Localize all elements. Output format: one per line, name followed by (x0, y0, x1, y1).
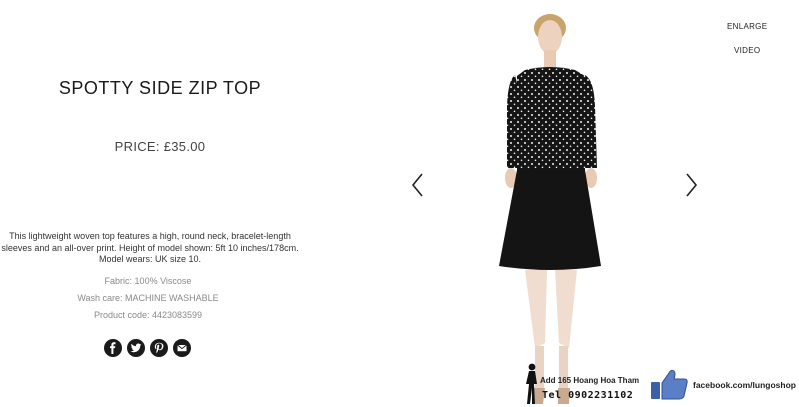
silhouette-logo-icon (526, 363, 537, 404)
product-image (495, 8, 610, 407)
pinterest-share-button[interactable] (150, 339, 168, 357)
video-link[interactable]: VIDEO (734, 46, 760, 55)
email-icon (177, 344, 187, 352)
product-code: Product code: 4423083599 (93, 310, 203, 320)
shop-watermark: Add 165 Hoang Hoa Tham Tel 0902231102 fa… (520, 356, 799, 407)
fabric-info: Fabric: 100% Viscose (104, 276, 192, 286)
facebook-share-button[interactable] (104, 339, 122, 357)
product-description: This lightweight woven top features a hi… (1, 231, 299, 264)
price: PRICE: £35.00 (20, 139, 300, 154)
price-value: £35.00 (163, 139, 206, 154)
email-share-button[interactable] (173, 339, 191, 357)
product-title: SPOTTY SIDE ZIP TOP (58, 78, 262, 98)
next-image-button[interactable] (682, 172, 700, 198)
chevron-right-icon (686, 173, 698, 197)
enlarge-link[interactable]: ENLARGE (727, 22, 767, 31)
wash-care-info: Wash care: MACHINE WASHABLE (77, 293, 219, 303)
previous-image-button[interactable] (409, 172, 427, 198)
shop-address: Add 165 Hoang Hoa Tham (540, 376, 640, 385)
chevron-left-icon (411, 173, 423, 197)
facebook-icon (110, 342, 116, 354)
twitter-share-button[interactable] (127, 339, 145, 357)
product-details: Fabric: 100% Viscose Wash care: MACHINE … (0, 273, 296, 324)
pinterest-icon (154, 342, 164, 354)
share-buttons (104, 339, 191, 357)
twitter-icon (130, 343, 142, 353)
price-label: PRICE: (114, 139, 160, 154)
like-thumbs-up-icon (651, 369, 688, 400)
shop-facebook: facebook.com/lungoshop (693, 380, 796, 390)
shop-phone: Tel 0902231102 (542, 390, 634, 401)
